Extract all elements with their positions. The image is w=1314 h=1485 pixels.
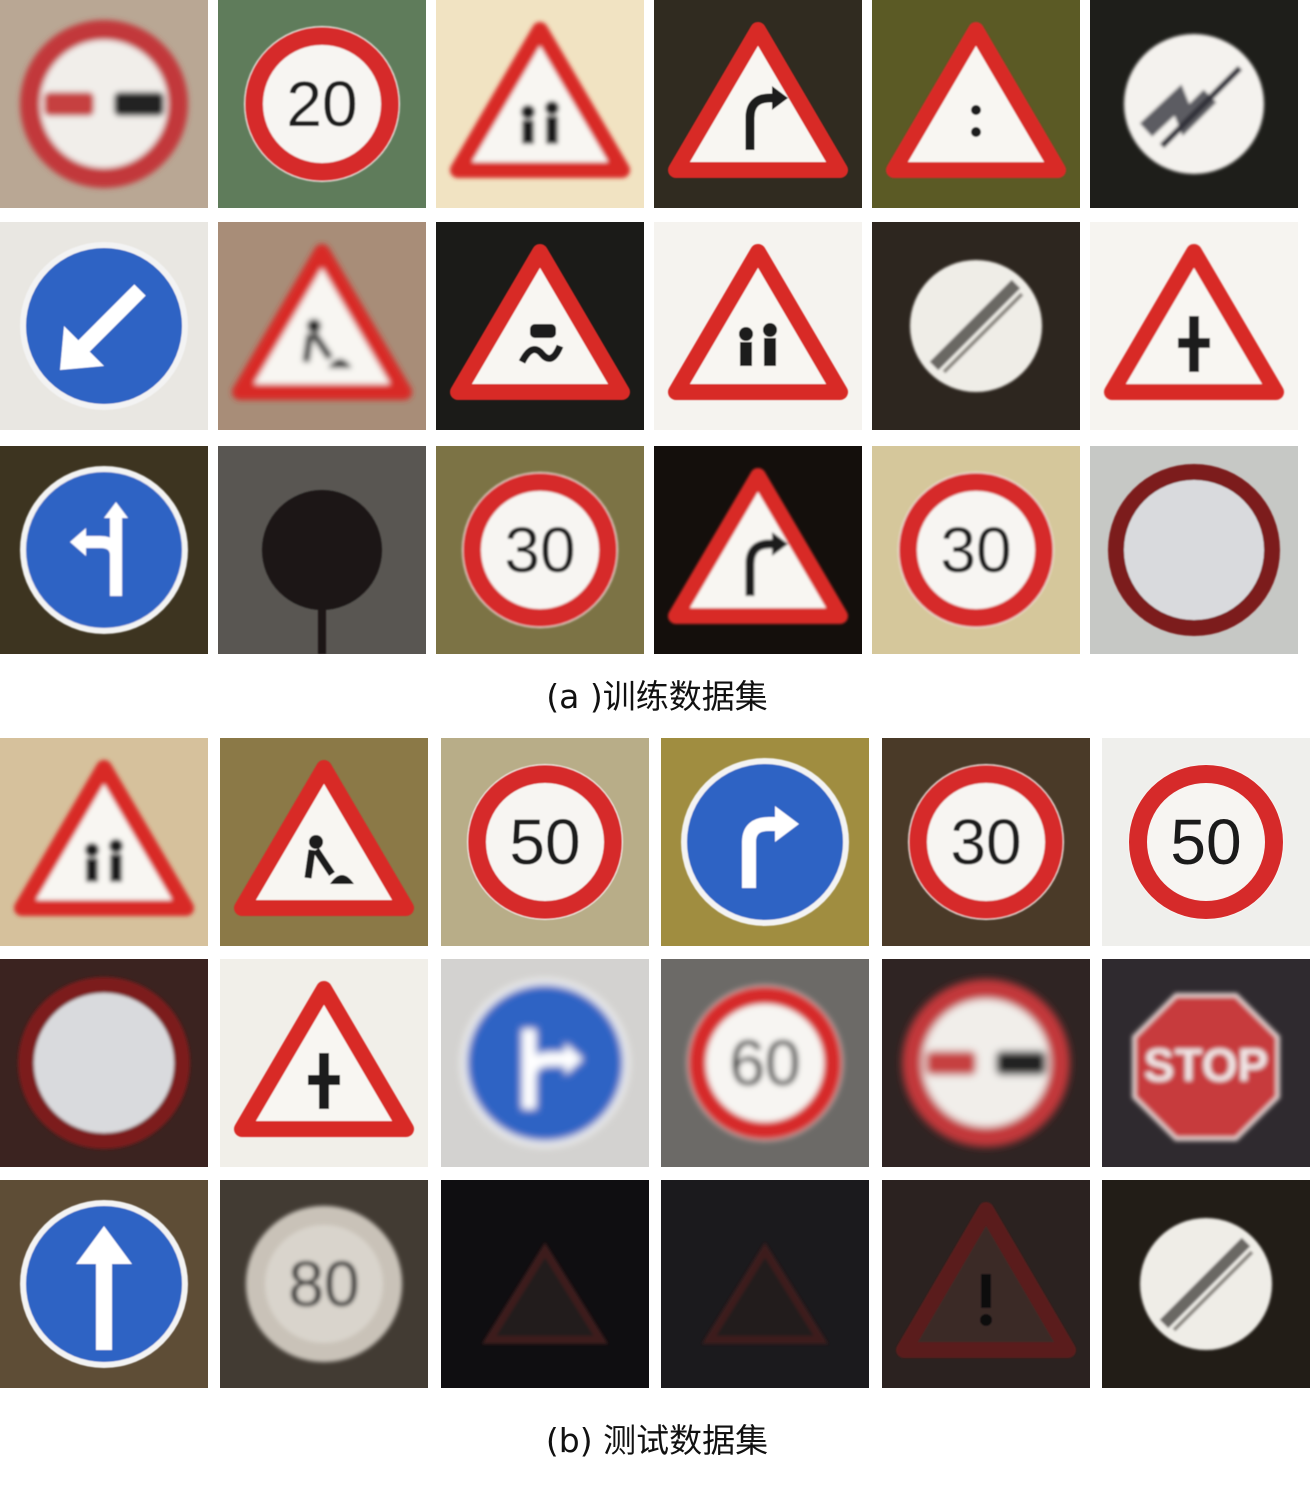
svg-text:80: 80: [288, 1248, 359, 1320]
stop-sign-icon: STOP: [1102, 959, 1310, 1167]
warning-triangle-sign-icon: [220, 959, 428, 1167]
speed-limit-sign-icon: 60: [661, 959, 869, 1167]
end-restriction-sign-icon: [872, 222, 1080, 430]
train-sign-image-4: [654, 0, 862, 208]
svg-text:50: 50: [1170, 806, 1241, 878]
train-sign-image-2: 20: [218, 0, 426, 208]
train-sign-image-15: 30: [436, 446, 644, 654]
svg-text:30: 30: [950, 806, 1021, 878]
test-sign-image-7: [0, 959, 208, 1167]
warning-triangle-sign-icon: [1090, 222, 1298, 430]
test-sign-image-4: [661, 738, 869, 946]
warning-triangle-sign-icon: [436, 222, 644, 430]
train-sign-image-6: [1090, 0, 1298, 208]
test-sign-image-12: STOP: [1102, 959, 1310, 1167]
warning-triangle-sign-icon: [220, 738, 428, 946]
speed-limit-sign-icon: 20: [218, 0, 426, 208]
warning-triangle-sign-icon: [654, 222, 862, 430]
train-sign-image-1: [0, 0, 208, 208]
speed-limit-sign-icon: 50: [1102, 738, 1310, 946]
test-sign-image-1: [0, 738, 208, 946]
train-sign-image-12: [1090, 222, 1298, 430]
train-sign-image-11: [872, 222, 1080, 430]
no-overtaking-sign-icon: [0, 0, 208, 208]
blue-circle-sign-icon: [0, 446, 208, 654]
svg-text:STOP: STOP: [1144, 1039, 1268, 1091]
dark-triangle-sign-icon: [661, 1180, 869, 1388]
speed-limit-sign-icon: 30: [436, 446, 644, 654]
blue-circle-sign-icon: [0, 222, 208, 430]
warning-triangle-sign-icon: [654, 446, 862, 654]
dark-circle-sign-icon: [218, 446, 426, 654]
train-sign-image-16: [654, 446, 862, 654]
svg-text:20: 20: [286, 68, 357, 140]
end-no-overtaking-sign-icon: [1090, 0, 1298, 208]
test-sign-image-15: [441, 1180, 649, 1388]
speed-limit-sign-icon: 30: [872, 446, 1080, 654]
blue-circle-sign-icon: [661, 738, 869, 946]
test-sign-image-11: [882, 959, 1090, 1167]
test-sign-image-2: [220, 738, 428, 946]
warning-triangle-dim-sign-icon: [882, 1180, 1090, 1388]
dark-triangle-sign-icon: [441, 1180, 649, 1388]
no-entry-circle-sign-icon: [1090, 446, 1298, 654]
train-sign-image-18: [1090, 446, 1298, 654]
train-sign-image-10: [654, 222, 862, 430]
end-restriction-sign-icon: [1102, 1180, 1310, 1388]
blue-circle-sign-icon: [441, 959, 649, 1167]
test-sign-image-5: 30: [882, 738, 1090, 946]
train-sign-image-17: 30: [872, 446, 1080, 654]
no-overtaking-sign-icon: [882, 959, 1090, 1167]
test-sign-image-8: [220, 959, 428, 1167]
speed-limit-dim-sign-icon: 80: [220, 1180, 428, 1388]
no-entry-circle-sign-icon: [0, 959, 208, 1167]
test-sign-image-3: 50: [441, 738, 649, 946]
train-sign-image-5: [872, 0, 1080, 208]
test-sign-image-17: [882, 1180, 1090, 1388]
train-sign-image-8: [218, 222, 426, 430]
warning-triangle-sign-icon: [436, 0, 644, 208]
train-sign-image-3: [436, 0, 644, 208]
svg-text:30: 30: [940, 514, 1011, 586]
train-sign-image-13: [0, 446, 208, 654]
warning-triangle-sign-icon: [872, 0, 1080, 208]
warning-triangle-sign-icon: [218, 222, 426, 430]
svg-text:30: 30: [504, 514, 575, 586]
warning-triangle-sign-icon: [654, 0, 862, 208]
test-sign-image-18: [1102, 1180, 1310, 1388]
test-sign-image-16: [661, 1180, 869, 1388]
train-sign-image-14: [218, 446, 426, 654]
speed-limit-sign-icon: 30: [882, 738, 1090, 946]
train-caption: (a )训练数据集: [546, 677, 768, 716]
test-caption: (b) 测试数据集: [545, 1421, 769, 1460]
speed-limit-sign-icon: 50: [441, 738, 649, 946]
blue-circle-sign-icon: [0, 1180, 208, 1388]
test-sign-image-9: [441, 959, 649, 1167]
test-sign-image-10: 60: [661, 959, 869, 1167]
test-sign-image-6: 50: [1102, 738, 1310, 946]
svg-text:50: 50: [509, 806, 580, 878]
warning-triangle-sign-icon: [0, 738, 208, 946]
svg-text:60: 60: [729, 1027, 800, 1099]
test-sign-image-13: [0, 1180, 208, 1388]
test-sign-image-14: 80: [220, 1180, 428, 1388]
train-sign-image-9: [436, 222, 644, 430]
train-sign-image-7: [0, 222, 208, 430]
